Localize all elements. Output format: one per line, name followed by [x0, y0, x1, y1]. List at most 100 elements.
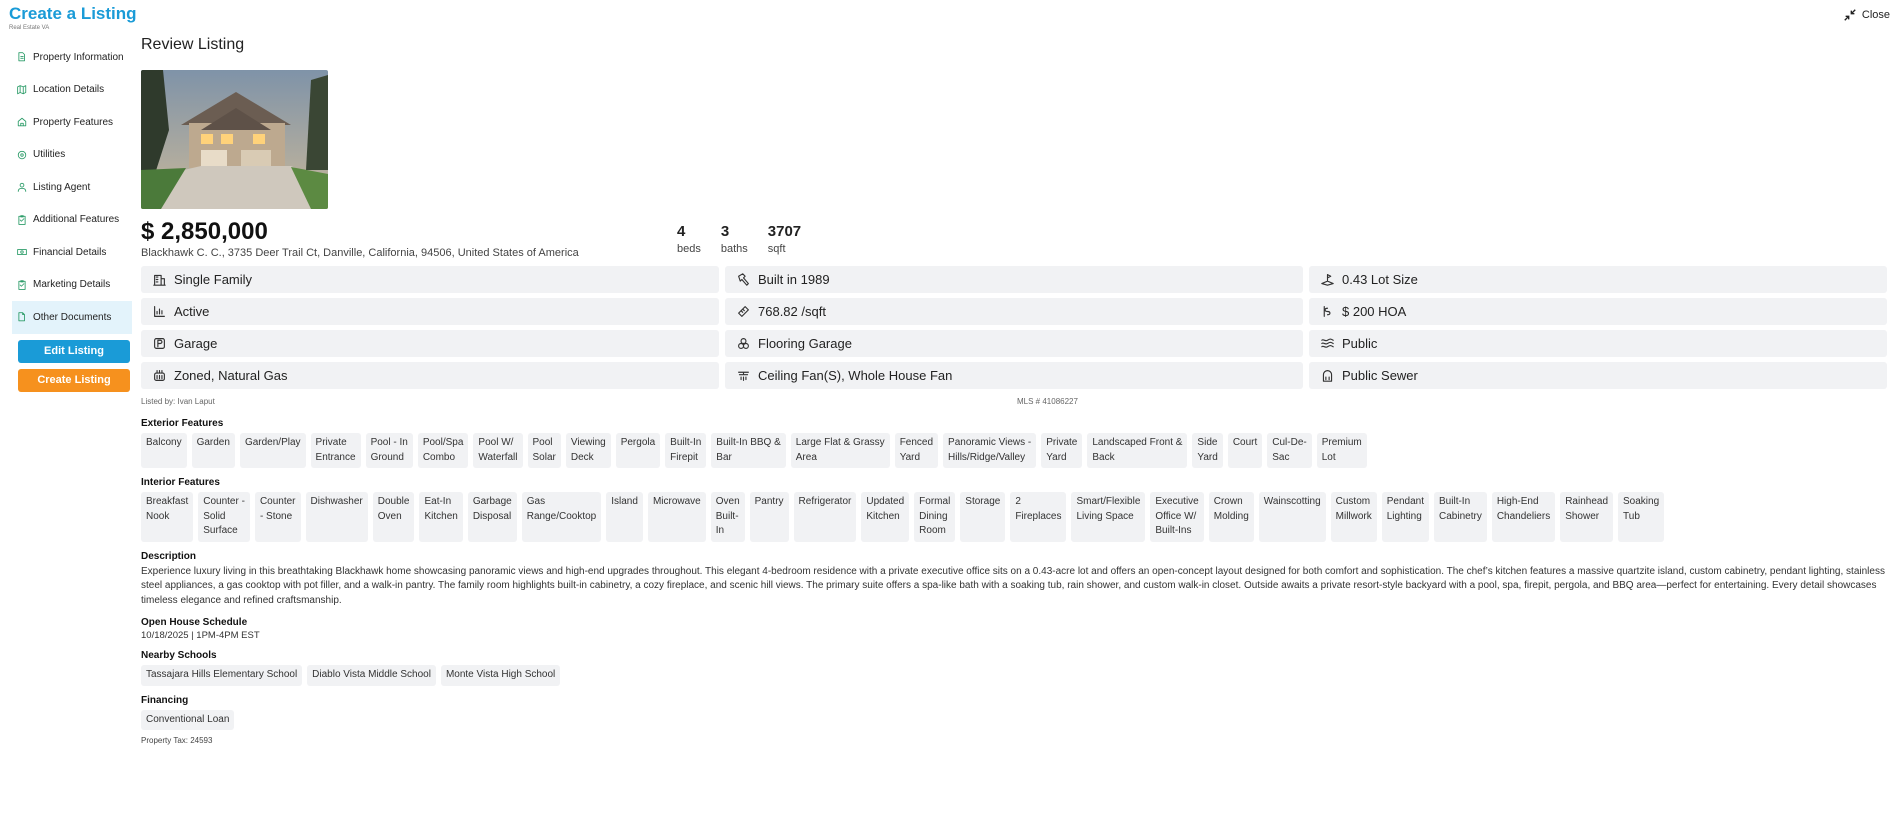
- sidebar-item-property-information[interactable]: Property Information: [12, 41, 132, 74]
- hoa-icon: [1321, 305, 1334, 318]
- exterior-feature-chip: Viewing Deck: [565, 433, 611, 468]
- property-tax: Property Tax: 24593: [141, 736, 213, 746]
- exterior-feature-chip: Pool W/ Waterfall: [473, 433, 523, 468]
- interior-feature-chip: Refrigerator: [793, 492, 857, 542]
- exterior-feature-chip: Garden: [191, 433, 235, 468]
- fact-item: 0.43 Lot Size: [1309, 266, 1887, 293]
- sidebar-item-label: Property Features: [33, 116, 114, 128]
- listing-address: Blackhawk C. C., 3735 Deer Trail Ct, Dan…: [141, 247, 579, 259]
- stat-label: baths: [720, 243, 748, 255]
- exterior-feature-chip: Court: [1227, 433, 1263, 468]
- exterior-feature-chip: Built-In Firepit: [665, 433, 707, 468]
- user-icon: [17, 182, 27, 193]
- open-house-title: Open House Schedule: [141, 617, 248, 629]
- sidebar-item-listing-agent[interactable]: Listing Agent: [12, 171, 132, 204]
- fact-item: Flooring Garage: [725, 330, 1303, 357]
- listing-price: $ 2,850,000: [141, 218, 268, 245]
- fact-item: Single Family: [141, 266, 719, 293]
- fact-item: 768.82 /sqft: [725, 298, 1303, 325]
- fact-text: $ 200 HOA: [1342, 304, 1407, 319]
- parking-icon: [153, 337, 166, 350]
- fact-text: Ceiling Fan(S), Whole House Fan: [758, 368, 953, 383]
- property-photo: [141, 70, 328, 209]
- sidebar-item-other-documents[interactable]: Other Documents: [12, 301, 132, 334]
- interior-feature-chip: Soaking Tub: [1618, 492, 1665, 542]
- heater-icon: [153, 369, 166, 382]
- page-title: Review Listing: [141, 36, 245, 53]
- description-title: Description: [141, 550, 197, 562]
- fact-item: Built in 1989: [725, 266, 1303, 293]
- file-icon: [17, 312, 27, 322]
- ruler-icon: [737, 305, 750, 318]
- fact-text: Active: [174, 304, 210, 319]
- sidebar-item-marketing-details[interactable]: Marketing Details: [12, 269, 132, 302]
- sidebar-item-additional-features[interactable]: Additional Features: [12, 204, 132, 237]
- document-icon: [17, 52, 27, 62]
- fact-item: Active: [141, 298, 719, 325]
- fact-text: Flooring Garage: [758, 336, 852, 351]
- exterior-features: Balcony Garden Garden/Play Private Entrance…: [141, 433, 1886, 468]
- interior-feature-chip: 2 Fireplaces: [1010, 492, 1067, 542]
- close-label: Close: [1861, 9, 1890, 21]
- fact-item: Zoned, Natural Gas: [141, 362, 719, 389]
- map-icon: [17, 84, 27, 95]
- financing-title: Financing: [141, 694, 189, 706]
- exterior-feature-chip: Pool - In Ground: [365, 433, 413, 468]
- interior-feature-chip: Dishwasher: [305, 492, 368, 542]
- sidebar-item-label: Financial Details: [33, 246, 107, 258]
- exterior-feature-chip: Private Yard: [1041, 433, 1083, 468]
- sidebar-item-financial-details[interactable]: Financial Details: [12, 236, 132, 269]
- interior-feature-chip: Breakfast Nook: [141, 492, 194, 542]
- exterior-feature-chip: Landscaped Front & Back: [1087, 433, 1188, 468]
- stats-group: 4 beds 3 baths 3707 sqft: [657, 219, 801, 255]
- interior-feature-chip: Custom Millwork: [1330, 492, 1377, 542]
- interior-feature-chip: Storage: [960, 492, 1006, 542]
- edit-listing-button[interactable]: Edit Listing: [18, 339, 130, 363]
- fact-text: Single Family: [174, 272, 253, 287]
- stat-sqft: 3707 sqft: [768, 219, 801, 255]
- fact-text: 0.43 Lot Size: [1342, 272, 1418, 287]
- sidebar-item-label: Location Details: [33, 84, 105, 96]
- interior-feature-chip: Pantry: [749, 492, 789, 542]
- sidebar-item-label: Listing Agent: [33, 181, 91, 193]
- interior-feature-chip: Double Oven: [372, 492, 415, 542]
- money-icon: [17, 247, 27, 257]
- land-icon: [1321, 273, 1334, 286]
- stat-label: beds: [677, 243, 701, 255]
- review-panel: Review Listing $ 2,850,000 Blackhawk C. …: [141, 36, 1887, 746]
- sidebar-item-property-features[interactable]: Property Features: [12, 106, 132, 139]
- fact-text: Built in 1989: [758, 272, 830, 287]
- exterior-feature-chip: Premium Lot: [1316, 433, 1367, 468]
- exterior-feature-chip: Panoramic Views - Hills/Ridge/Valley: [943, 433, 1037, 468]
- building-icon: [153, 273, 166, 286]
- interior-feature-chip: Rainhead Shower: [1560, 492, 1614, 542]
- sidebar-item-utilities[interactable]: Utilities: [12, 139, 132, 172]
- fan-icon: [737, 369, 750, 382]
- close-button[interactable]: Close: [1843, 8, 1890, 22]
- sidebar-item-label: Property Information: [33, 51, 124, 63]
- interior-feature-chip: Executive Office W/ Built-Ins: [1150, 492, 1204, 542]
- interior-feature-chip: Crown Molding: [1208, 492, 1254, 542]
- sidebar-item-label: Utilities: [33, 149, 66, 161]
- sidebar-item-location-details[interactable]: Location Details: [12, 74, 132, 107]
- exterior-feature-chip: Fenced Yard: [894, 433, 939, 468]
- create-listing-button[interactable]: Create Listing: [18, 368, 130, 392]
- stat-beds: 4 beds: [677, 219, 701, 255]
- interior-feature-chip: Smart/Flexible Living Space: [1071, 492, 1146, 542]
- mls-number: MLS # 41086227: [1017, 397, 1078, 406]
- exterior-title: Exterior Features: [141, 418, 224, 429]
- exterior-feature-chip: Cul-De- Sac: [1267, 433, 1312, 468]
- interior-feature-chip: Formal Dining Room: [914, 492, 956, 542]
- stat-baths: 3 baths: [721, 219, 748, 255]
- exterior-feature-chip: Pool/Spa Combo: [417, 433, 469, 468]
- interior-feature-chip: Oven Built- In: [710, 492, 745, 542]
- price-block: $ 2,850,000 Blackhawk C. C., 3735 Deer T…: [141, 218, 657, 260]
- interior-title: Interior Features: [141, 477, 220, 488]
- fact-text: Garage: [174, 336, 218, 351]
- interior-feature-chip: Built-In Cabinetry: [1434, 492, 1487, 542]
- sewer-icon: [1321, 369, 1334, 382]
- sidebar-item-label: Other Documents: [33, 311, 112, 323]
- exterior-feature-chip: Built-In BBQ & Bar: [711, 433, 786, 468]
- exterior-feature-chip: Private Entrance: [310, 433, 361, 468]
- fact-item: Ceiling Fan(S), Whole House Fan: [725, 362, 1303, 389]
